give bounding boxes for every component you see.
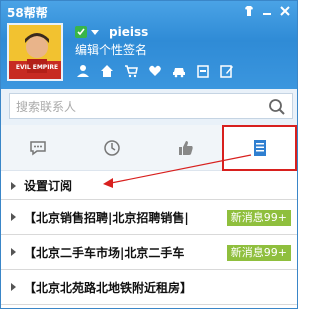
feed-title: 【北京二手车市场|北京二手车 bbox=[24, 245, 185, 260]
list-item[interactable]: 【北京二手车市场|北京二手车 新消息99+ bbox=[1, 235, 297, 270]
tab-subscriptions[interactable] bbox=[222, 125, 297, 171]
edit-icon[interactable] bbox=[219, 63, 235, 79]
thumbs-up-icon bbox=[179, 141, 193, 155]
username: pieiss bbox=[109, 25, 149, 39]
subscribe-settings-row[interactable]: 设置订阅 bbox=[1, 172, 297, 200]
list-item[interactable]: 【北京销售招聘|北京招聘销售| 新消息99+ bbox=[1, 200, 297, 235]
app-window: 58帮帮 EVIL EMPIRE pieiss 编辑个性签名 搜索联系人 设置订… bbox=[0, 0, 298, 309]
avatar-caption: EVIL EMPIRE bbox=[16, 64, 58, 71]
search-icon[interactable] bbox=[268, 98, 286, 116]
heart-icon[interactable] bbox=[147, 63, 163, 79]
list-item[interactable]: 【北京北苑路北地铁附近租房】 bbox=[1, 270, 297, 305]
skin-icon[interactable] bbox=[241, 4, 257, 18]
avatar[interactable]: EVIL EMPIRE bbox=[7, 23, 63, 81]
expand-caret-icon[interactable] bbox=[11, 283, 16, 291]
cart-icon[interactable] bbox=[123, 63, 139, 79]
expand-caret-icon[interactable] bbox=[11, 248, 16, 256]
document-list-icon bbox=[253, 140, 266, 156]
feed-title: 【北京北苑路北地铁附近租房】 bbox=[24, 280, 193, 295]
user-icon[interactable] bbox=[75, 63, 91, 79]
subscribe-settings-label: 设置订阅 bbox=[24, 179, 73, 193]
tab-messages[interactable] bbox=[1, 125, 75, 171]
search-area bbox=[1, 89, 297, 125]
online-check-icon[interactable] bbox=[75, 26, 87, 38]
tab-bar bbox=[1, 125, 297, 171]
search-box bbox=[9, 93, 293, 119]
signature[interactable]: 编辑个性签名 bbox=[75, 41, 147, 58]
header: 58帮帮 EVIL EMPIRE pieiss 编辑个性签名 bbox=[1, 1, 297, 89]
status-dropdown-icon[interactable] bbox=[91, 29, 99, 35]
subscription-list: 设置订阅 【北京销售招聘|北京招聘销售| 新消息99+ 【北京二手车市场|北京二… bbox=[1, 172, 297, 305]
search-input[interactable] bbox=[16, 98, 256, 116]
new-message-badge: 新消息99+ bbox=[226, 245, 291, 261]
new-message-badge: 新消息99+ bbox=[226, 210, 291, 226]
status-row: pieiss bbox=[75, 25, 148, 39]
app-title: 58帮帮 bbox=[7, 6, 48, 20]
calendar-icon[interactable] bbox=[195, 63, 211, 79]
close-button[interactable] bbox=[277, 4, 293, 18]
car-icon[interactable] bbox=[171, 63, 187, 79]
home-icon[interactable] bbox=[99, 63, 115, 79]
tab-likes[interactable] bbox=[149, 125, 223, 171]
expand-caret-icon[interactable] bbox=[11, 181, 16, 190]
toolbar bbox=[75, 63, 235, 79]
minimize-button[interactable] bbox=[259, 4, 275, 18]
tab-recent[interactable] bbox=[75, 125, 149, 171]
window-controls bbox=[241, 4, 293, 18]
feed-title: 【北京销售招聘|北京招聘销售| bbox=[24, 210, 189, 225]
chat-bubble-icon bbox=[30, 141, 46, 156]
expand-caret-icon[interactable] bbox=[11, 213, 16, 221]
clock-icon bbox=[104, 140, 120, 156]
